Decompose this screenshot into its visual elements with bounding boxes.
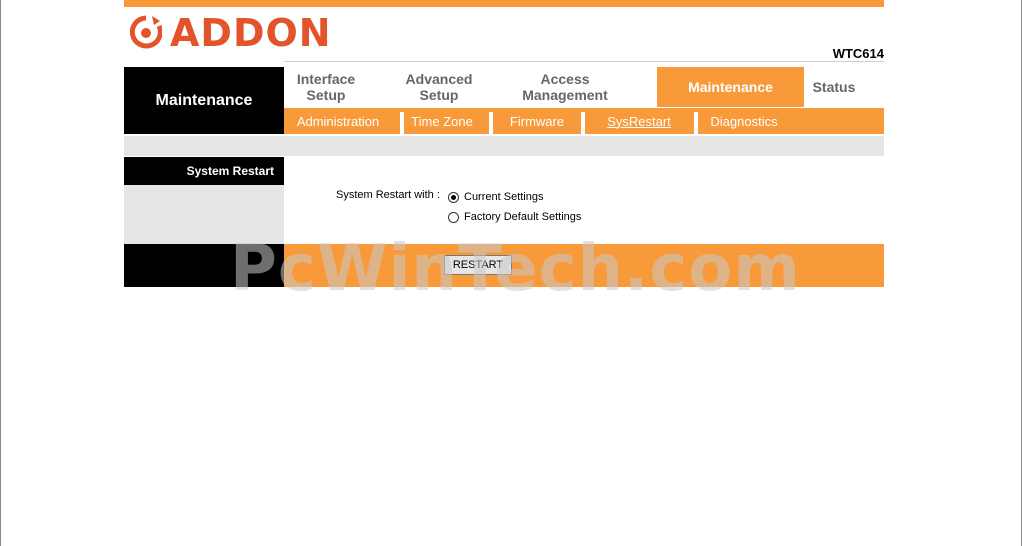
tab-label-line1: Advanced	[405, 71, 473, 87]
radio-current-settings[interactable]: Current Settings	[448, 191, 543, 203]
section-title: Maintenance	[124, 67, 284, 134]
subtab-sysrestart[interactable]: SysRestart	[585, 108, 693, 134]
brand-name: ADDON	[170, 11, 332, 55]
footer-right	[284, 244, 884, 287]
tab-maintenance[interactable]: Maintenance	[657, 67, 804, 107]
tab-label-line2: Setup	[419, 87, 459, 103]
tab-access-management[interactable]: Access Management	[498, 67, 632, 107]
router-admin-page: ADDON WTC614 Maintenance Interface Setup …	[124, 0, 884, 290]
sub-navigation: Administration Time Zone Firmware SysRes…	[284, 108, 884, 134]
radio-button[interactable]	[448, 211, 459, 223]
window-left-border	[0, 0, 1, 546]
tab-label: Status	[812, 79, 856, 95]
content-gray-bar	[124, 136, 884, 156]
radio-label: Current Settings	[464, 191, 544, 203]
header-divider	[284, 61, 884, 62]
subtab-time-zone[interactable]: Time Zone	[404, 108, 480, 134]
restart-option-label: System Restart with :	[336, 189, 440, 201]
subtab-administration[interactable]: Administration	[284, 108, 392, 134]
tab-label-line1: Access	[540, 71, 590, 87]
tab-label-line1: Interface	[296, 71, 356, 87]
tab-label: Maintenance	[688, 79, 773, 95]
tab-interface-setup[interactable]: Interface Setup	[284, 67, 368, 107]
tab-status[interactable]: Status	[804, 67, 864, 107]
side-panel	[124, 185, 284, 244]
tab-label-line2: Setup	[306, 87, 346, 103]
footer-left	[124, 244, 284, 287]
model-number: WTC614	[832, 46, 884, 61]
brand-logo: ADDON	[130, 11, 332, 55]
tab-advanced-setup[interactable]: Advanced Setup	[380, 67, 498, 107]
side-heading: System Restart	[124, 157, 284, 185]
tab-label-line2: Management	[522, 87, 608, 103]
radio-label: Factory Default Settings	[464, 211, 582, 223]
addon-logo-icon	[130, 15, 162, 49]
restart-button[interactable]: RESTART	[444, 255, 512, 275]
subtab-firmware[interactable]: Firmware	[493, 108, 581, 134]
top-accent-bar	[124, 0, 884, 7]
radio-button-checked[interactable]	[448, 191, 459, 203]
radio-factory-default[interactable]: Factory Default Settings	[448, 211, 581, 223]
subtab-diagnostics[interactable]: Diagnostics	[698, 108, 790, 134]
